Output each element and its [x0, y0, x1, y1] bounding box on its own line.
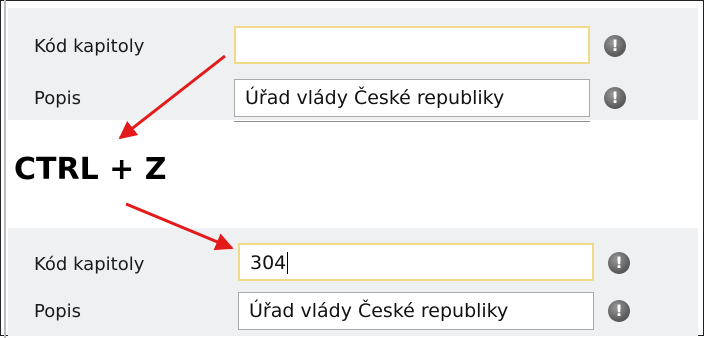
red-arrow-icon	[125, 202, 234, 251]
annotation-arrows	[118, 54, 234, 251]
red-arrow-icon	[118, 54, 226, 140]
